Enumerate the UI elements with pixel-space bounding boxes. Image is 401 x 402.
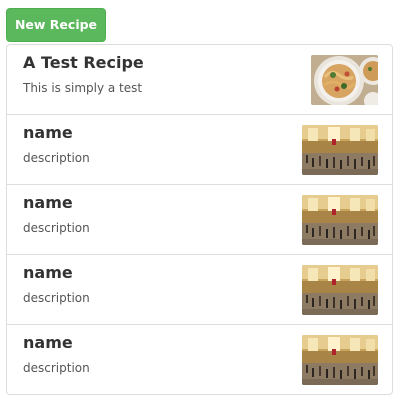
recipe-description: This is simply a test bbox=[23, 81, 143, 95]
recipe-image bbox=[302, 265, 378, 315]
recipe-list-item[interactable]: A Test Recipe This is simply a test bbox=[6, 44, 393, 115]
recipe-name: A Test Recipe bbox=[23, 53, 144, 72]
recipe-list-item[interactable]: name description bbox=[6, 254, 393, 325]
recipe-name: name bbox=[23, 263, 73, 282]
recipe-name: name bbox=[23, 123, 73, 142]
recipe-description: description bbox=[23, 221, 90, 235]
recipe-description: description bbox=[23, 291, 90, 305]
recipe-list: A Test Recipe This is simply a test name… bbox=[6, 44, 393, 395]
recipe-image bbox=[302, 125, 378, 175]
recipe-description: description bbox=[23, 151, 90, 165]
recipe-image bbox=[311, 55, 378, 105]
new-recipe-button[interactable]: New Recipe bbox=[6, 8, 106, 42]
recipe-description: description bbox=[23, 361, 90, 375]
recipe-list-item[interactable]: name description bbox=[6, 184, 393, 255]
recipe-name: name bbox=[23, 193, 73, 212]
recipe-list-item[interactable]: name description bbox=[6, 114, 393, 185]
recipe-image bbox=[302, 335, 378, 385]
recipe-name: name bbox=[23, 333, 73, 352]
recipe-image bbox=[302, 195, 378, 245]
recipe-page: New Recipe A Test Recipe This is simply … bbox=[0, 0, 401, 402]
recipe-list-item[interactable]: name description bbox=[6, 324, 393, 395]
